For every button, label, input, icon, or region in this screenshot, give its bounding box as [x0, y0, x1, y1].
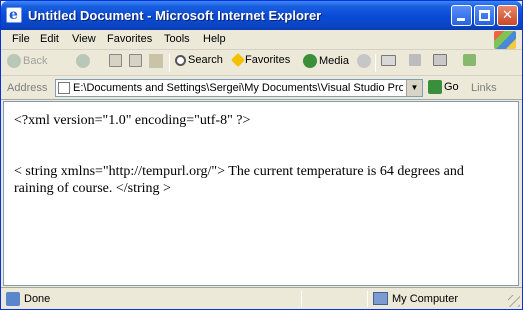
mail-icon	[381, 54, 396, 66]
address-input[interactable]: E:\Documents and Settings\Sergei\My Docu…	[55, 79, 423, 97]
security-zone: My Computer	[392, 293, 459, 305]
home-button[interactable]	[149, 54, 163, 72]
standard-toolbar: Back Search Favorites Media	[1, 50, 522, 76]
status-text: Done	[24, 293, 51, 305]
page-done-icon	[6, 292, 20, 306]
forward-arrow-icon	[76, 54, 90, 68]
menu-bar: File Edit View Favorites Tools Help	[1, 30, 522, 50]
windows-logo-icon	[494, 31, 516, 49]
page-icon	[58, 82, 70, 94]
media-button[interactable]: Media	[303, 54, 349, 72]
xml-string-element: < string xmlns="http://tempurl.org/"> Th…	[14, 164, 464, 196]
back-button[interactable]: Back	[7, 54, 47, 72]
star-icon	[230, 53, 246, 68]
edit-button[interactable]	[433, 54, 447, 72]
status-separator	[367, 291, 368, 307]
refresh-icon	[129, 54, 142, 67]
search-icon	[175, 54, 186, 66]
menu-favorites[interactable]: Favorites	[107, 33, 152, 45]
address-label: Address	[7, 82, 48, 94]
toolbar-separator	[375, 54, 376, 72]
address-value[interactable]: E:\Documents and Settings\Sergei\My Docu…	[73, 82, 403, 94]
discuss-button[interactable]	[463, 54, 476, 72]
print-button[interactable]	[409, 54, 421, 72]
media-icon	[303, 54, 317, 68]
close-button[interactable]: ✕	[497, 5, 518, 26]
favorites-button[interactable]: Favorites	[230, 53, 290, 72]
menu-view[interactable]: View	[72, 33, 96, 45]
maximize-button[interactable]	[474, 5, 495, 26]
menu-file[interactable]: File	[12, 33, 30, 45]
xml-document: <?xml version="1.0" encoding="utf-8" ?> …	[14, 112, 506, 197]
toolbar-separator	[169, 54, 170, 72]
my-computer-icon	[373, 292, 388, 305]
menu-tools[interactable]: Tools	[164, 33, 190, 45]
mail-button[interactable]	[381, 54, 396, 72]
window-title: Untitled Document - Microsoft Internet E…	[28, 8, 322, 23]
history-button[interactable]	[357, 54, 371, 72]
title-bar[interactable]: e Untitled Document - Microsoft Internet…	[1, 1, 522, 30]
page-content[interactable]: <?xml version="1.0" encoding="utf-8" ?> …	[3, 101, 519, 286]
edit-page-icon	[433, 54, 447, 67]
history-icon	[357, 54, 371, 68]
home-icon	[149, 54, 163, 68]
printer-icon	[409, 54, 421, 67]
messenger-icon	[463, 54, 476, 67]
menu-help[interactable]: Help	[203, 33, 226, 45]
resize-grip[interactable]	[508, 295, 520, 307]
go-arrow-icon	[428, 80, 442, 94]
go-button[interactable]: Go	[428, 80, 459, 96]
status-separator	[301, 291, 302, 307]
browser-window: e Untitled Document - Microsoft Internet…	[0, 0, 523, 310]
stop-button[interactable]	[109, 54, 122, 72]
forward-button[interactable]	[76, 54, 90, 72]
links-button[interactable]: Links	[471, 82, 497, 94]
menu-edit[interactable]: Edit	[40, 33, 59, 45]
address-bar: Address E:\Documents and Settings\Sergei…	[1, 76, 522, 100]
ie-logo-icon: e	[6, 7, 22, 23]
address-dropdown-button[interactable]: ▼	[406, 80, 422, 96]
refresh-button[interactable]	[129, 54, 142, 72]
stop-icon	[109, 54, 122, 67]
back-arrow-icon	[7, 54, 21, 68]
status-bar: Done My Computer	[1, 287, 522, 309]
xml-declaration: <?xml version="1.0" encoding="utf-8" ?>	[14, 113, 251, 128]
minimize-button[interactable]	[451, 5, 472, 26]
search-button[interactable]: Search	[175, 54, 223, 72]
